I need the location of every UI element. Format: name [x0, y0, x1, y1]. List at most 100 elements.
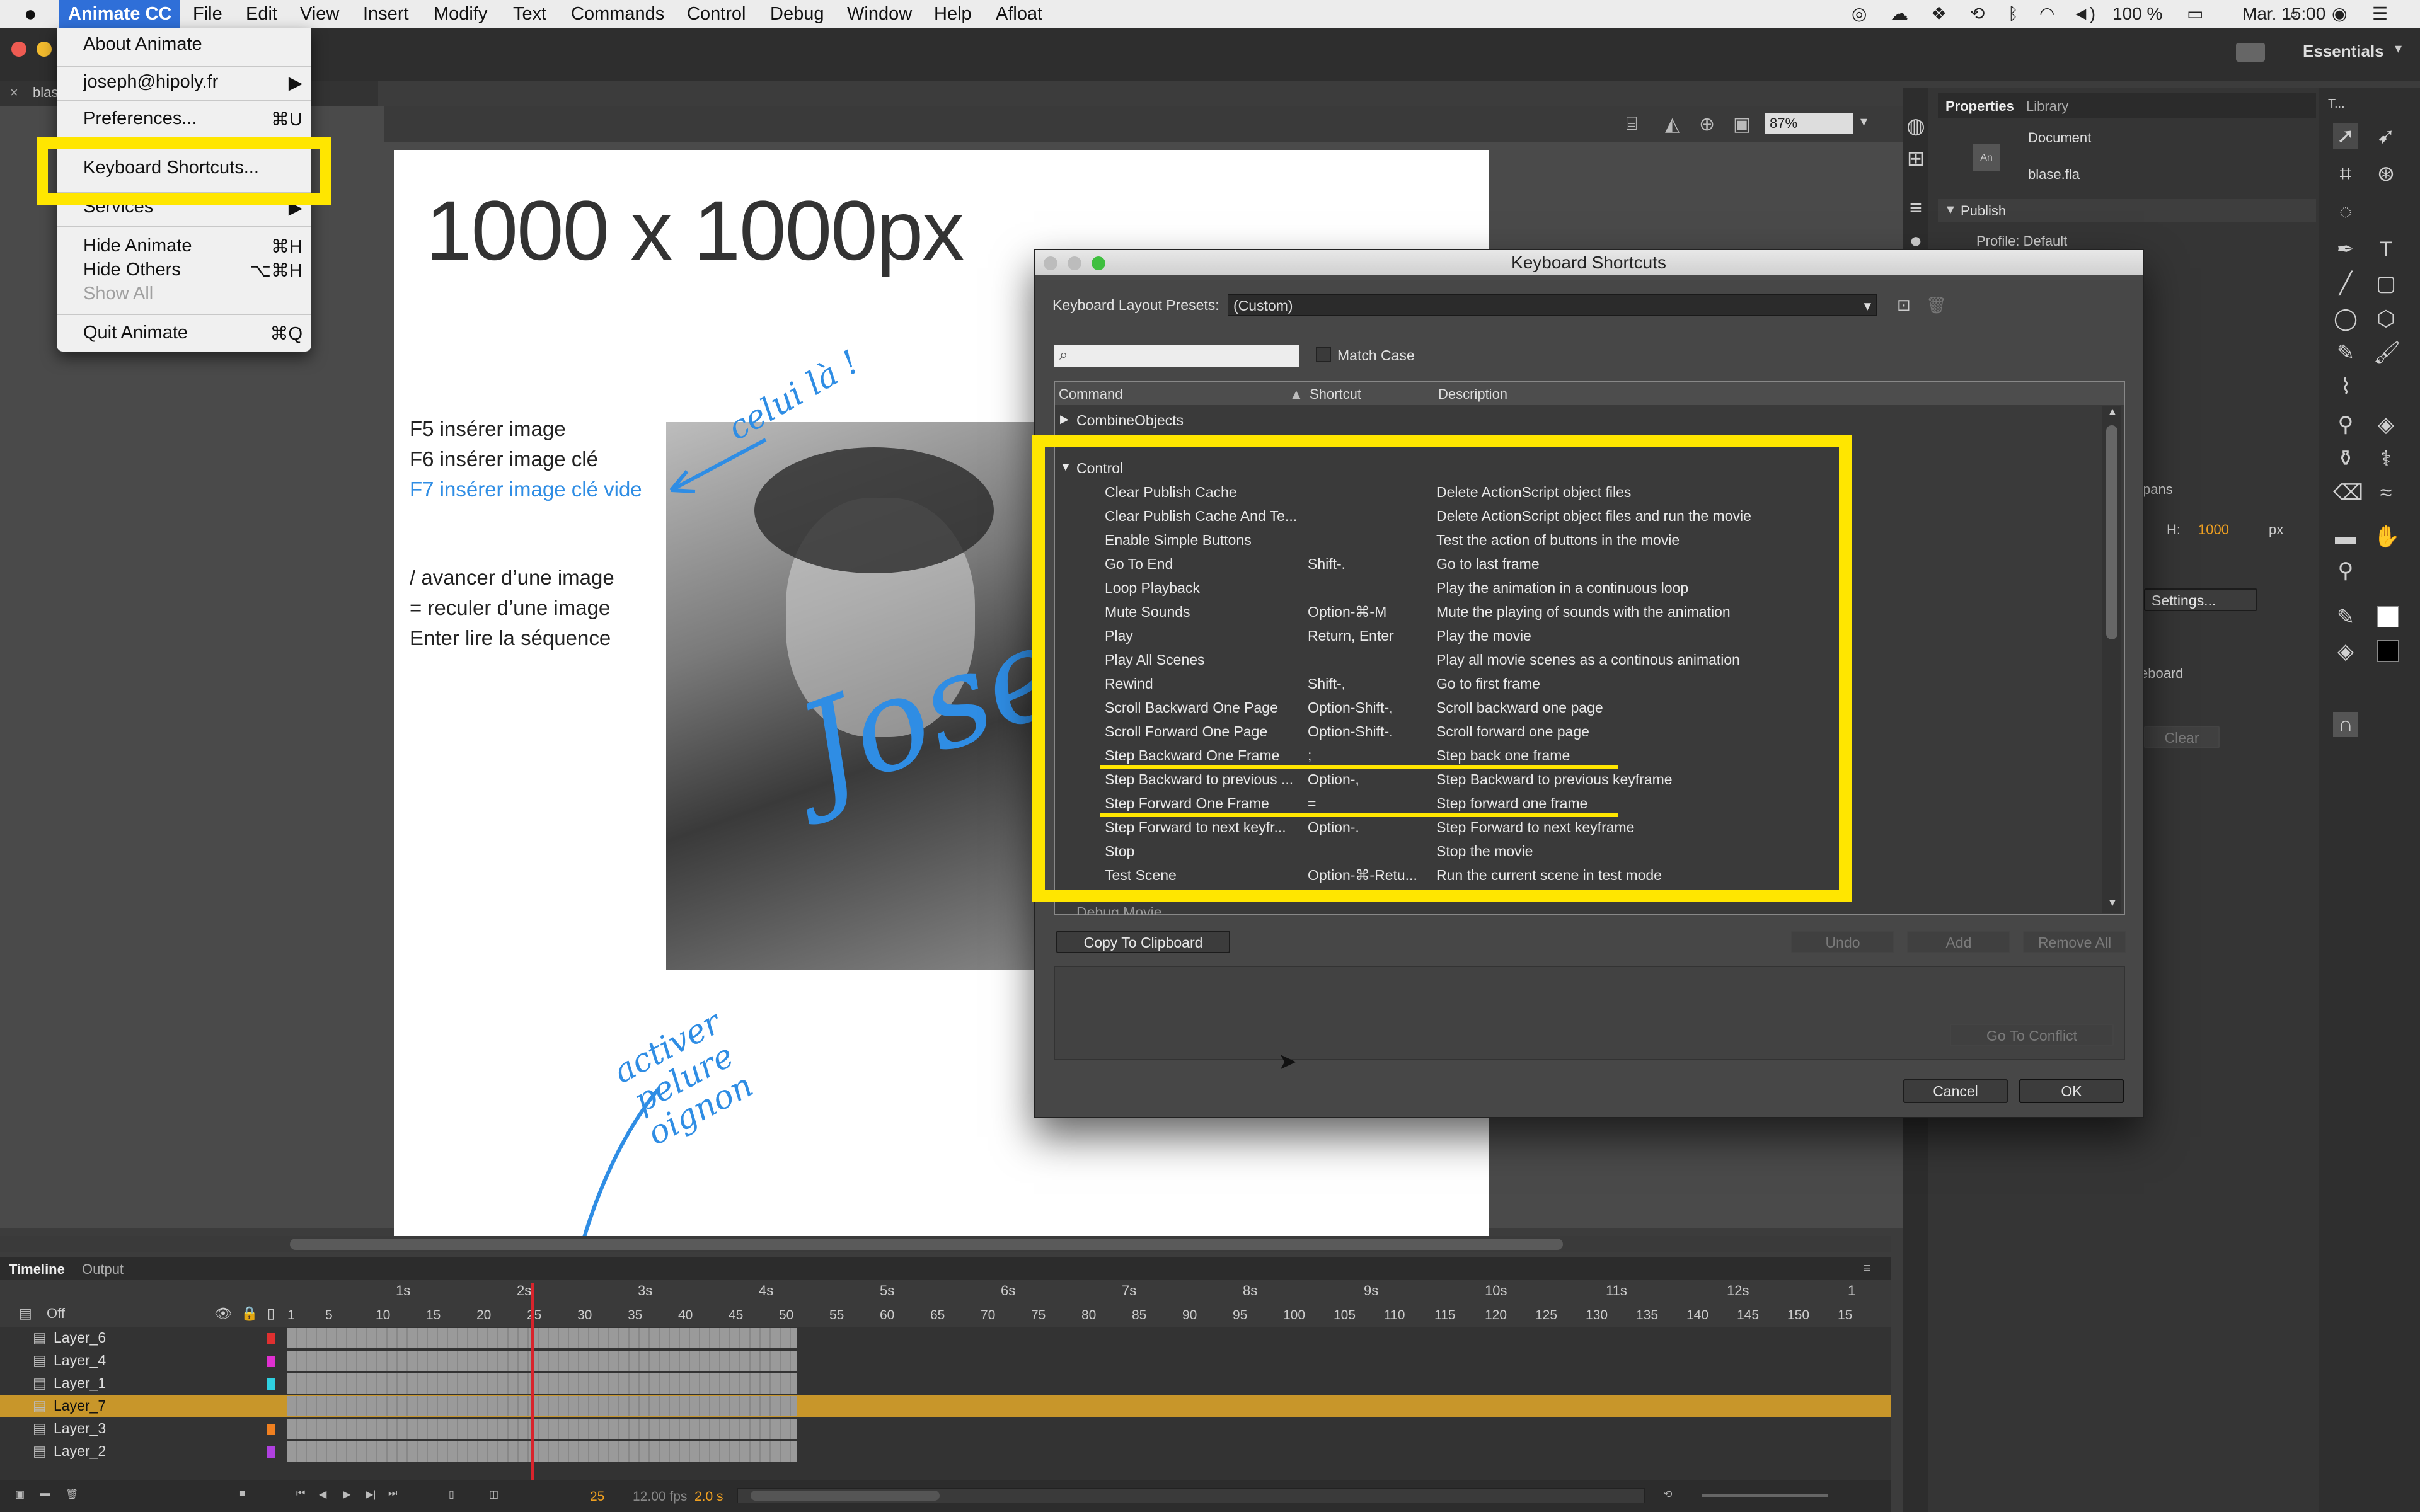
collapse-triangle-icon[interactable]: ▼	[1944, 203, 1957, 217]
pencil-tool-icon[interactable]: ✎	[2333, 340, 2358, 365]
onion-skin-toggle-icon[interactable]: ◫	[489, 1488, 498, 1501]
clock[interactable]: Mar. 15:00	[2242, 0, 2325, 28]
volume-icon[interactable]: ◄)	[2072, 0, 2095, 28]
copy-to-clipboard-button[interactable]: Copy To Clipboard	[1056, 931, 1230, 953]
bone-tool-icon[interactable]: ⚲	[2333, 412, 2358, 437]
3d-rotation-icon[interactable]: ⊛	[2373, 161, 2399, 186]
stroke-swatch[interactable]	[2377, 606, 2399, 627]
tab-properties[interactable]: Properties	[1945, 98, 2014, 115]
tab-timeline[interactable]: Timeline	[9, 1261, 65, 1278]
search-input[interactable]: ⌕	[1054, 345, 1299, 367]
subselection-tool-icon[interactable]: ➹	[2373, 123, 2399, 149]
menu-item-account[interactable]: joseph@hipoly.fr	[83, 72, 218, 93]
fill-color-icon[interactable]: ◈	[2333, 639, 2358, 664]
document-tab[interactable]: blas	[33, 84, 58, 101]
menu-item-hide-others[interactable]: Hide Others	[83, 260, 181, 280]
layer-color-swatch[interactable]	[267, 1378, 275, 1390]
expand-triangle-icon[interactable]: ▶	[1060, 413, 1069, 426]
scroll-down-icon[interactable]: ▼	[2107, 898, 2118, 909]
bluetooth-icon[interactable]: ᛒ	[2008, 0, 2019, 28]
publish-profile[interactable]: Profile: Default	[1976, 233, 2067, 249]
preset-select[interactable]: (Custom) ▾	[1228, 294, 1877, 316]
layer-color-swatch[interactable]	[267, 1424, 275, 1435]
layer-color-swatch[interactable]	[267, 1356, 275, 1367]
timeline-layer[interactable]: ▤ Layer_6	[0, 1327, 1891, 1349]
pen-tool-icon[interactable]: ✒	[2333, 237, 2358, 262]
clear-button[interactable]: Clear	[2144, 726, 2220, 748]
paint-brush-icon[interactable]: ⌇	[2333, 374, 2358, 399]
settings-button[interactable]: Settings...	[2144, 588, 2257, 611]
center-stage-icon[interactable]: ⊕	[1699, 113, 1715, 135]
tab-library[interactable]: Library	[2026, 98, 2068, 115]
selection-tool-icon[interactable]: ➚	[2333, 123, 2358, 149]
layer-frames[interactable]	[287, 1373, 797, 1394]
panel-menu-icon[interactable]: ≡	[1863, 1260, 1871, 1276]
apple-icon[interactable]: ●	[24, 0, 37, 28]
table-scrollbar[interactable]: ▲ ▼	[2102, 406, 2121, 913]
remove-all-button[interactable]: Remove All	[2023, 931, 2126, 953]
column-description[interactable]: Description	[1438, 386, 1507, 403]
line-tool-icon[interactable]: ╱	[2333, 271, 2358, 296]
loop-icon[interactable]: ⟲	[1664, 1488, 1672, 1501]
zoom-slider[interactable]	[1702, 1494, 1828, 1497]
brush-tool-icon[interactable]: 🖌	[2373, 340, 2400, 365]
undo-button[interactable]: Undo	[1791, 931, 1894, 953]
timeline-layer[interactable]: ▤ Layer_7	[0, 1395, 1891, 1418]
timeline-layer[interactable]: ▤ Layer_2	[0, 1440, 1891, 1463]
step-forward-icon[interactable]: ▶|	[366, 1488, 376, 1501]
zoom-chevron-icon[interactable]: ▾	[1860, 113, 1867, 130]
timeline-ruler[interactable]: ▤ Off 👁 🔒 ▯ 1s 2s 3s 4s 5s 6s 7s 8s 9s 10s 11s 12s 1…	[0, 1280, 1891, 1327]
stroke-color-icon[interactable]: ✎	[2333, 605, 2358, 630]
tab-output[interactable]: Output	[82, 1261, 124, 1278]
clip-icon[interactable]: ▣	[1733, 113, 1751, 135]
zoom-tool-icon[interactable]: ⚲	[2333, 558, 2358, 583]
stage-horizontal-scrollbar[interactable]	[0, 1236, 1891, 1252]
eraser-tool-icon[interactable]: ⌫	[2333, 480, 2363, 505]
hand-tool-icon[interactable]: ✋	[2373, 524, 2400, 549]
dialog-zoom-button[interactable]	[1092, 256, 1105, 270]
menu-item-hide[interactable]: Hide Animate	[83, 236, 192, 256]
column-command[interactable]: Command	[1059, 386, 1122, 403]
sync-icon[interactable]	[2236, 43, 2265, 62]
menu-help[interactable]: Help	[934, 0, 972, 28]
first-frame-icon[interactable]: ⏮	[296, 1488, 305, 1499]
group-row-combineobjects[interactable]: ▶ CombineObjects	[1055, 408, 2095, 432]
layer-frames[interactable]	[287, 1441, 797, 1462]
frame-rate[interactable]: 12.00 fps	[633, 1489, 687, 1504]
grid-icon[interactable]: ⊞	[1903, 146, 1928, 171]
menu-item-preferences[interactable]: Preferences...	[83, 108, 197, 129]
menu-app[interactable]: Animate CC	[59, 0, 181, 28]
timemachine-icon[interactable]: ⟲	[1970, 0, 1985, 28]
step-back-icon[interactable]: ◀	[319, 1488, 326, 1501]
menu-text[interactable]: Text	[513, 0, 546, 28]
symbol-icon[interactable]: ◭	[1665, 113, 1680, 135]
table-scroll-thumb[interactable]	[2106, 425, 2118, 639]
timeline-layer[interactable]: ▤ Layer_4	[0, 1349, 1891, 1372]
lasso-tool-icon[interactable]: ◌	[2333, 199, 2358, 224]
layer-name[interactable]: Layer_7	[54, 1397, 106, 1414]
go-to-conflict-button[interactable]: Go To Conflict	[1950, 1024, 2114, 1046]
playhead[interactable]	[531, 1283, 534, 1480]
fill-swatch[interactable]	[2377, 640, 2399, 662]
camera-layer-icon[interactable]: ■	[239, 1488, 246, 1499]
layer-frames[interactable]	[287, 1351, 797, 1371]
ok-button[interactable]: OK	[2019, 1079, 2124, 1103]
menu-afloat[interactable]: Afloat	[996, 0, 1042, 28]
layer-frames[interactable]	[287, 1419, 797, 1439]
add-button[interactable]: Add	[1907, 931, 2010, 953]
column-shortcut[interactable]: Shortcut	[1310, 386, 1361, 403]
snap-magnet-icon[interactable]: ∩	[2333, 712, 2358, 737]
spotlight-icon[interactable]: ⌕	[2289, 0, 2299, 28]
ink-bottle-icon[interactable]: ⚱	[2333, 446, 2358, 471]
menu-edit[interactable]: Edit	[246, 0, 277, 28]
layer-color-swatch[interactable]	[267, 1446, 275, 1458]
dropbox-icon[interactable]: ❖	[1931, 0, 1947, 28]
cancel-button[interactable]: Cancel	[1903, 1079, 2008, 1103]
siri-icon[interactable]: ◉	[2332, 0, 2347, 28]
elapsed-time[interactable]: 2.0 s	[694, 1489, 723, 1504]
swatches-icon[interactable]: ◍	[1903, 113, 1928, 139]
clapper-icon[interactable]: ⌸	[1626, 113, 1637, 135]
menu-modify[interactable]: Modify	[434, 0, 487, 28]
camera-tool-icon[interactable]: ▬	[2333, 524, 2358, 549]
zoom-field[interactable]: 87%	[1765, 113, 1853, 134]
